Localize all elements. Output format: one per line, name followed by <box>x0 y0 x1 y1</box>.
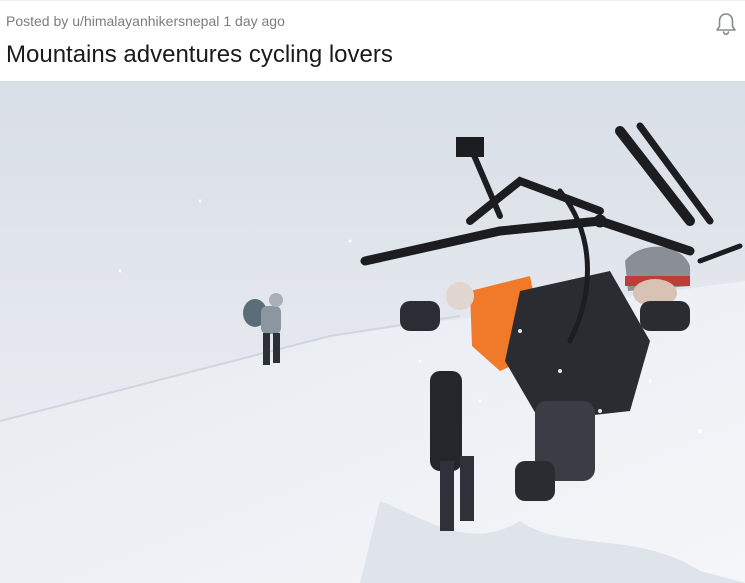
posted-by-label: Posted by <box>6 13 69 29</box>
post-header: Posted by u/himalayanhikersnepal 1 day ago… <box>0 0 745 82</box>
post-time: 1 day ago <box>223 13 285 29</box>
post-meta: Posted by u/himalayanhikersnepal 1 day ago <box>6 13 289 29</box>
post-image[interactable] <box>0 81 745 583</box>
post-title[interactable]: Mountains adventures cycling lovers <box>6 41 393 69</box>
bell-icon[interactable] <box>713 11 739 37</box>
author-link[interactable]: u/himalayanhikersnepal <box>72 13 219 29</box>
